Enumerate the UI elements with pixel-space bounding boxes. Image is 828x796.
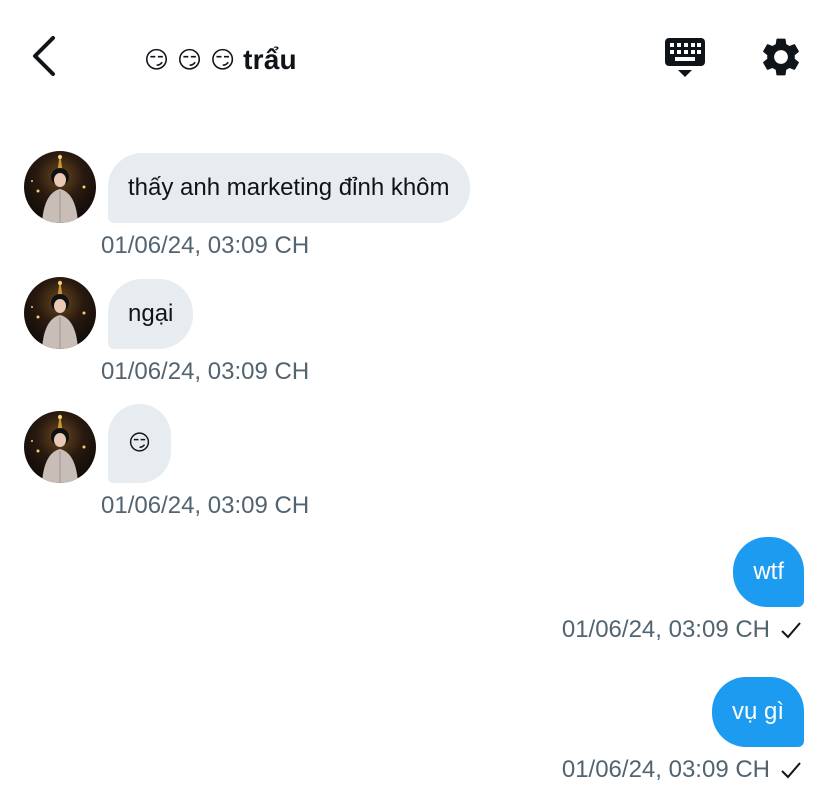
keyboard-button[interactable] <box>663 36 707 80</box>
message-timestamp: 01/06/24, 03:09 CH <box>101 232 310 259</box>
message-timestamp: 01/06/24, 03:09 CH <box>101 492 310 519</box>
title-emoji: 😏 <box>177 46 203 74</box>
message-timestamp: 01/06/24, 03:09 CH <box>562 616 802 644</box>
chevron-left-icon <box>33 36 55 76</box>
conversation-title[interactable]: 😏 😏 😏 trẩu <box>144 40 297 80</box>
message-text: vụ gì <box>731 698 784 725</box>
message-bubble-outgoing[interactable]: vụ gì <box>711 677 804 747</box>
gear-icon <box>763 38 799 76</box>
avatar-image <box>24 411 96 483</box>
message-bubble-incoming[interactable]: 😏 <box>108 404 171 483</box>
message-timestamp: 01/06/24, 03:09 CH <box>562 756 802 784</box>
chat-header: 😏 😏 😏 trẩu <box>0 0 828 112</box>
message-emoji: 😏 <box>128 431 151 456</box>
message-text: wtf <box>753 558 784 585</box>
title-emoji: 😏 <box>210 46 236 74</box>
avatar-image <box>24 151 96 223</box>
message-timestamp: 01/06/24, 03:09 CH <box>101 358 310 385</box>
title-emoji: 😏 <box>144 46 170 74</box>
message-bubble-incoming[interactable]: ngại <box>108 279 194 349</box>
message-text: thấy anh marketing đỉnh khôm <box>128 174 450 201</box>
avatar[interactable] <box>24 151 96 223</box>
message-bubble-outgoing[interactable]: wtf <box>733 537 804 607</box>
keyboard-icon <box>665 38 705 77</box>
avatar[interactable] <box>24 277 96 349</box>
sent-check-icon <box>781 762 801 779</box>
sent-check-icon <box>781 622 801 639</box>
message-time: 01/06/24, 03:09 CH <box>561 616 770 643</box>
message-bubble-incoming[interactable]: thấy anh marketing đỉnh khôm <box>108 153 470 223</box>
conversation-name: trẩu <box>243 44 297 75</box>
message-time: 01/06/24, 03:09 CH <box>561 756 770 783</box>
avatar[interactable] <box>24 411 96 483</box>
settings-button[interactable] <box>758 34 804 80</box>
avatar-image <box>24 277 96 349</box>
back-button[interactable] <box>26 34 66 78</box>
message-text: ngại <box>128 300 174 327</box>
